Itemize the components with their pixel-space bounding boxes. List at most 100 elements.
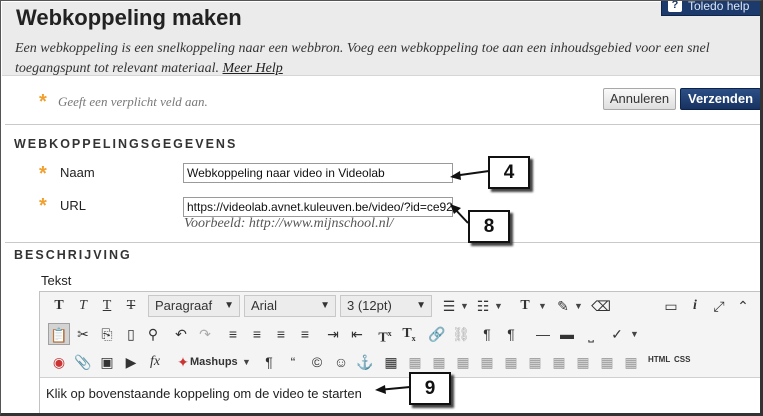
ltr-icon[interactable]: ¶ bbox=[476, 323, 498, 345]
spellcheck-icon[interactable]: ✓ bbox=[606, 323, 628, 345]
chevron-down-icon[interactable]: ▼ bbox=[538, 295, 547, 317]
paste-text-icon[interactable]: ▯ bbox=[120, 323, 142, 345]
text-label: Tekst bbox=[41, 273, 72, 288]
image-icon[interactable]: ▣ bbox=[96, 351, 118, 373]
indent-icon[interactable]: ⇥ bbox=[322, 323, 344, 345]
bullet-list-icon[interactable]: ☰ bbox=[438, 295, 460, 317]
required-star-icon: * bbox=[39, 163, 47, 185]
align-center-icon[interactable]: ≡ bbox=[246, 323, 268, 345]
align-justify-icon[interactable]: ≡ bbox=[294, 323, 316, 345]
strikethrough-icon[interactable]: T bbox=[120, 295, 142, 317]
size-select[interactable]: 3 (12pt) ▼ bbox=[340, 295, 432, 317]
blockquote-icon[interactable]: “ bbox=[282, 351, 304, 373]
merge-cells-icon[interactable]: ▦ bbox=[620, 351, 642, 373]
unlink-icon[interactable]: ⛓ bbox=[450, 323, 472, 345]
page-description: Een webkoppeling is een snelkoppeling na… bbox=[15, 39, 760, 79]
chevron-down-icon[interactable]: ▼ bbox=[574, 295, 583, 317]
undo-icon[interactable]: ↶ bbox=[170, 323, 192, 345]
fullscreen-icon[interactable]: ⤢ bbox=[708, 295, 730, 317]
url-field[interactable] bbox=[183, 197, 453, 217]
name-field[interactable] bbox=[183, 163, 453, 183]
bold-icon[interactable]: T bbox=[48, 295, 70, 317]
url-example: Voorbeeld: http://www.mijnschool.nl/ bbox=[184, 216, 394, 231]
thick-line-icon[interactable]: ▬ bbox=[556, 323, 578, 345]
callout-text: 9 bbox=[409, 372, 451, 405]
page-header: Webkoppeling maken ? Toledo help Een web… bbox=[2, 0, 760, 79]
callout-arrow-url bbox=[452, 206, 469, 224]
delete-row-icon[interactable]: ▦ bbox=[524, 351, 546, 373]
info-icon[interactable]: i bbox=[684, 295, 706, 317]
cut-icon[interactable]: ✂ bbox=[72, 323, 94, 345]
required-note: Geeft een verplicht veld aan. bbox=[58, 94, 208, 109]
insert-col-before-icon[interactable]: ▦ bbox=[548, 351, 570, 373]
callout-url: 8 bbox=[468, 210, 510, 243]
delete-col-icon[interactable]: ▦ bbox=[596, 351, 618, 373]
media-icon[interactable]: ▶ bbox=[120, 351, 142, 373]
toolbar-row-1: T T T T Paragraaf ▼ Arial ▼ 3 (12pt) ▼ ☰ ▼ … bbox=[44, 293, 760, 319]
horizontal-line-icon[interactable]: — bbox=[532, 323, 554, 345]
text-color-icon[interactable]: T bbox=[514, 295, 536, 317]
url-label: URL bbox=[60, 198, 87, 213]
page-frame: Webkoppeling maken ? Toledo help Een web… bbox=[0, 0, 763, 416]
submit-button[interactable]: Verzenden bbox=[680, 88, 760, 110]
align-right-icon[interactable]: ≡ bbox=[270, 323, 292, 345]
align-left-icon[interactable]: ≡ bbox=[222, 323, 244, 345]
toolbar-row-2: 📋 ✂ ⎘ ▯ ⚲ ↶ ↷ ≡ ≡ ≡ ≡ ⇥ ⇤ Tx Tx 🔗 ⛓ ¶ ¶ … bbox=[44, 321, 760, 347]
format-select[interactable]: Paragraaf ▼ bbox=[148, 295, 240, 317]
html-button[interactable]: HTML bbox=[648, 355, 670, 364]
table-row-props-icon[interactable]: ▦ bbox=[428, 351, 450, 373]
section-heading-description: BESCHRIJVING bbox=[14, 248, 132, 262]
table-props-icon[interactable]: ▦ bbox=[404, 351, 426, 373]
font-select-value: Arial bbox=[251, 298, 278, 313]
copy-icon[interactable]: ⎘ bbox=[96, 323, 118, 345]
subscript-icon[interactable]: Tx bbox=[398, 323, 420, 345]
paste-icon[interactable]: 📋 bbox=[48, 323, 70, 345]
text-editor: T T T T Paragraaf ▼ Arial ▼ 3 (12pt) ▼ ☰ ▼ … bbox=[39, 291, 760, 413]
insert-row-after-icon[interactable]: ▦ bbox=[500, 351, 522, 373]
chevron-down-icon[interactable]: ▼ bbox=[494, 295, 503, 317]
search-icon[interactable]: ⚲ bbox=[142, 323, 164, 345]
eraser-icon[interactable]: ⌫ bbox=[590, 295, 612, 317]
insert-row-before-icon[interactable]: ▦ bbox=[476, 351, 498, 373]
chevron-down-icon[interactable]: ▼ bbox=[460, 295, 469, 317]
more-help-link[interactable]: Meer Help bbox=[223, 61, 283, 76]
chevron-down-icon[interactable]: ▼ bbox=[242, 351, 251, 373]
formula-icon[interactable]: fx bbox=[144, 351, 166, 373]
font-select[interactable]: Arial ▼ bbox=[244, 295, 336, 317]
format-select-value: Paragraaf bbox=[155, 298, 213, 313]
help-button[interactable]: ? Toledo help bbox=[661, 0, 760, 16]
editor-body[interactable]: Klik op bovenstaande koppeling om de vid… bbox=[40, 377, 760, 413]
collapse-toolbar-icon[interactable]: ⌃ bbox=[732, 295, 754, 317]
mashups-button[interactable]: Mashups bbox=[190, 351, 238, 373]
table-icon[interactable]: ▦ bbox=[380, 351, 402, 373]
emoticon-icon[interactable]: ☺ bbox=[330, 351, 352, 373]
copyright-icon[interactable]: © bbox=[306, 351, 328, 373]
redo-icon[interactable]: ↷ bbox=[194, 323, 216, 345]
highlight-icon[interactable]: ✎ bbox=[552, 295, 574, 317]
nonbreaking-space-icon[interactable]: ⎵ bbox=[580, 323, 602, 345]
superscript-icon[interactable]: Tx bbox=[374, 323, 396, 346]
required-star-icon: * bbox=[39, 195, 47, 217]
page-title: Webkoppeling maken bbox=[16, 5, 242, 30]
required-star-icon: * bbox=[39, 91, 47, 113]
section-divider bbox=[5, 124, 760, 125]
italic-icon[interactable]: T bbox=[72, 295, 94, 317]
record-icon[interactable]: ◉ bbox=[48, 351, 70, 373]
numbered-list-icon[interactable]: ☷ bbox=[472, 295, 494, 317]
table-cell-props-icon[interactable]: ▦ bbox=[452, 351, 474, 373]
underline-icon[interactable]: T bbox=[96, 295, 118, 317]
callout-arrow-name bbox=[452, 170, 490, 177]
help-button-label: Toledo help bbox=[688, 0, 750, 13]
link-icon[interactable]: 🔗 bbox=[426, 323, 448, 345]
attachment-icon[interactable]: 📎 bbox=[72, 351, 94, 373]
preview-icon[interactable]: ▭ bbox=[660, 295, 682, 317]
css-button[interactable]: CSS bbox=[674, 355, 690, 364]
outdent-icon[interactable]: ⇤ bbox=[346, 323, 368, 345]
section-heading-details: WEBKOPPELINGSGEGEVENS bbox=[14, 137, 238, 151]
insert-col-after-icon[interactable]: ▦ bbox=[572, 351, 594, 373]
pilcrow-icon[interactable]: ¶ bbox=[258, 351, 280, 373]
chevron-down-icon[interactable]: ▼ bbox=[630, 323, 639, 345]
rtl-icon[interactable]: ¶ bbox=[500, 323, 522, 345]
anchor-icon[interactable]: ⚓ bbox=[354, 351, 376, 373]
cancel-button[interactable]: Annuleren bbox=[603, 88, 676, 110]
